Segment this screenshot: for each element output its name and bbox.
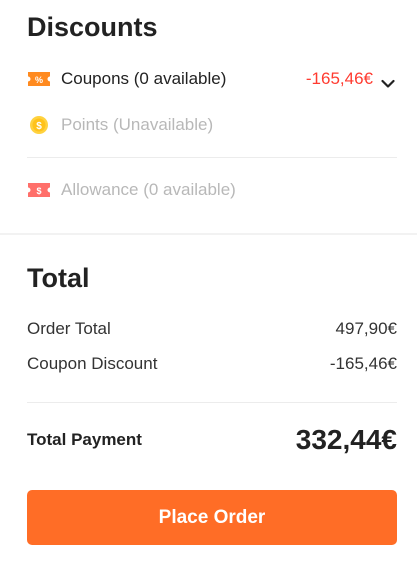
allowance-row: $ Allowance (0 available) — [27, 179, 397, 201]
coupons-label: Coupons (0 available) — [61, 69, 227, 88]
section-divider — [0, 233, 417, 235]
order-summary-card: Discounts % Coupons (0 available) -165,4… — [0, 0, 417, 562]
total-title: Total — [27, 263, 90, 293]
coupon-discount-row: Coupon Discount -165,46€ — [27, 354, 397, 374]
svg-text:%: % — [35, 75, 43, 85]
coupon-discount-value: -165,46€ — [329, 354, 397, 373]
order-total-row: Order Total 497,90€ — [27, 319, 397, 339]
points-label: Points (Unavailable) — [61, 115, 214, 134]
total-payment-row: Total Payment 332,44€ — [27, 424, 397, 456]
svg-text:$: $ — [36, 121, 42, 132]
chevron-down-icon[interactable] — [381, 74, 395, 88]
allowance-label: Allowance (0 available) — [61, 180, 236, 199]
coupon-discount-label: Coupon Discount — [27, 354, 158, 373]
svg-text:$: $ — [36, 186, 41, 196]
order-total-label: Order Total — [27, 319, 111, 338]
total-payment-label: Total Payment — [27, 430, 142, 449]
coupon-icon: % — [27, 70, 51, 88]
total-divider — [27, 402, 397, 403]
total-payment-value: 332,44€ — [295, 424, 397, 455]
discounts-title: Discounts — [27, 12, 158, 42]
coupons-row[interactable]: % Coupons (0 available) -165,46€ — [27, 68, 397, 90]
coupons-amount: -165,46€ — [305, 69, 373, 88]
points-row: $ Points (Unavailable) — [27, 114, 397, 136]
order-total-value: 497,90€ — [335, 319, 397, 338]
discount-divider — [27, 157, 397, 158]
place-order-button[interactable]: Place Order — [27, 490, 397, 545]
coin-icon: $ — [27, 116, 51, 134]
allowance-icon: $ — [27, 181, 51, 199]
